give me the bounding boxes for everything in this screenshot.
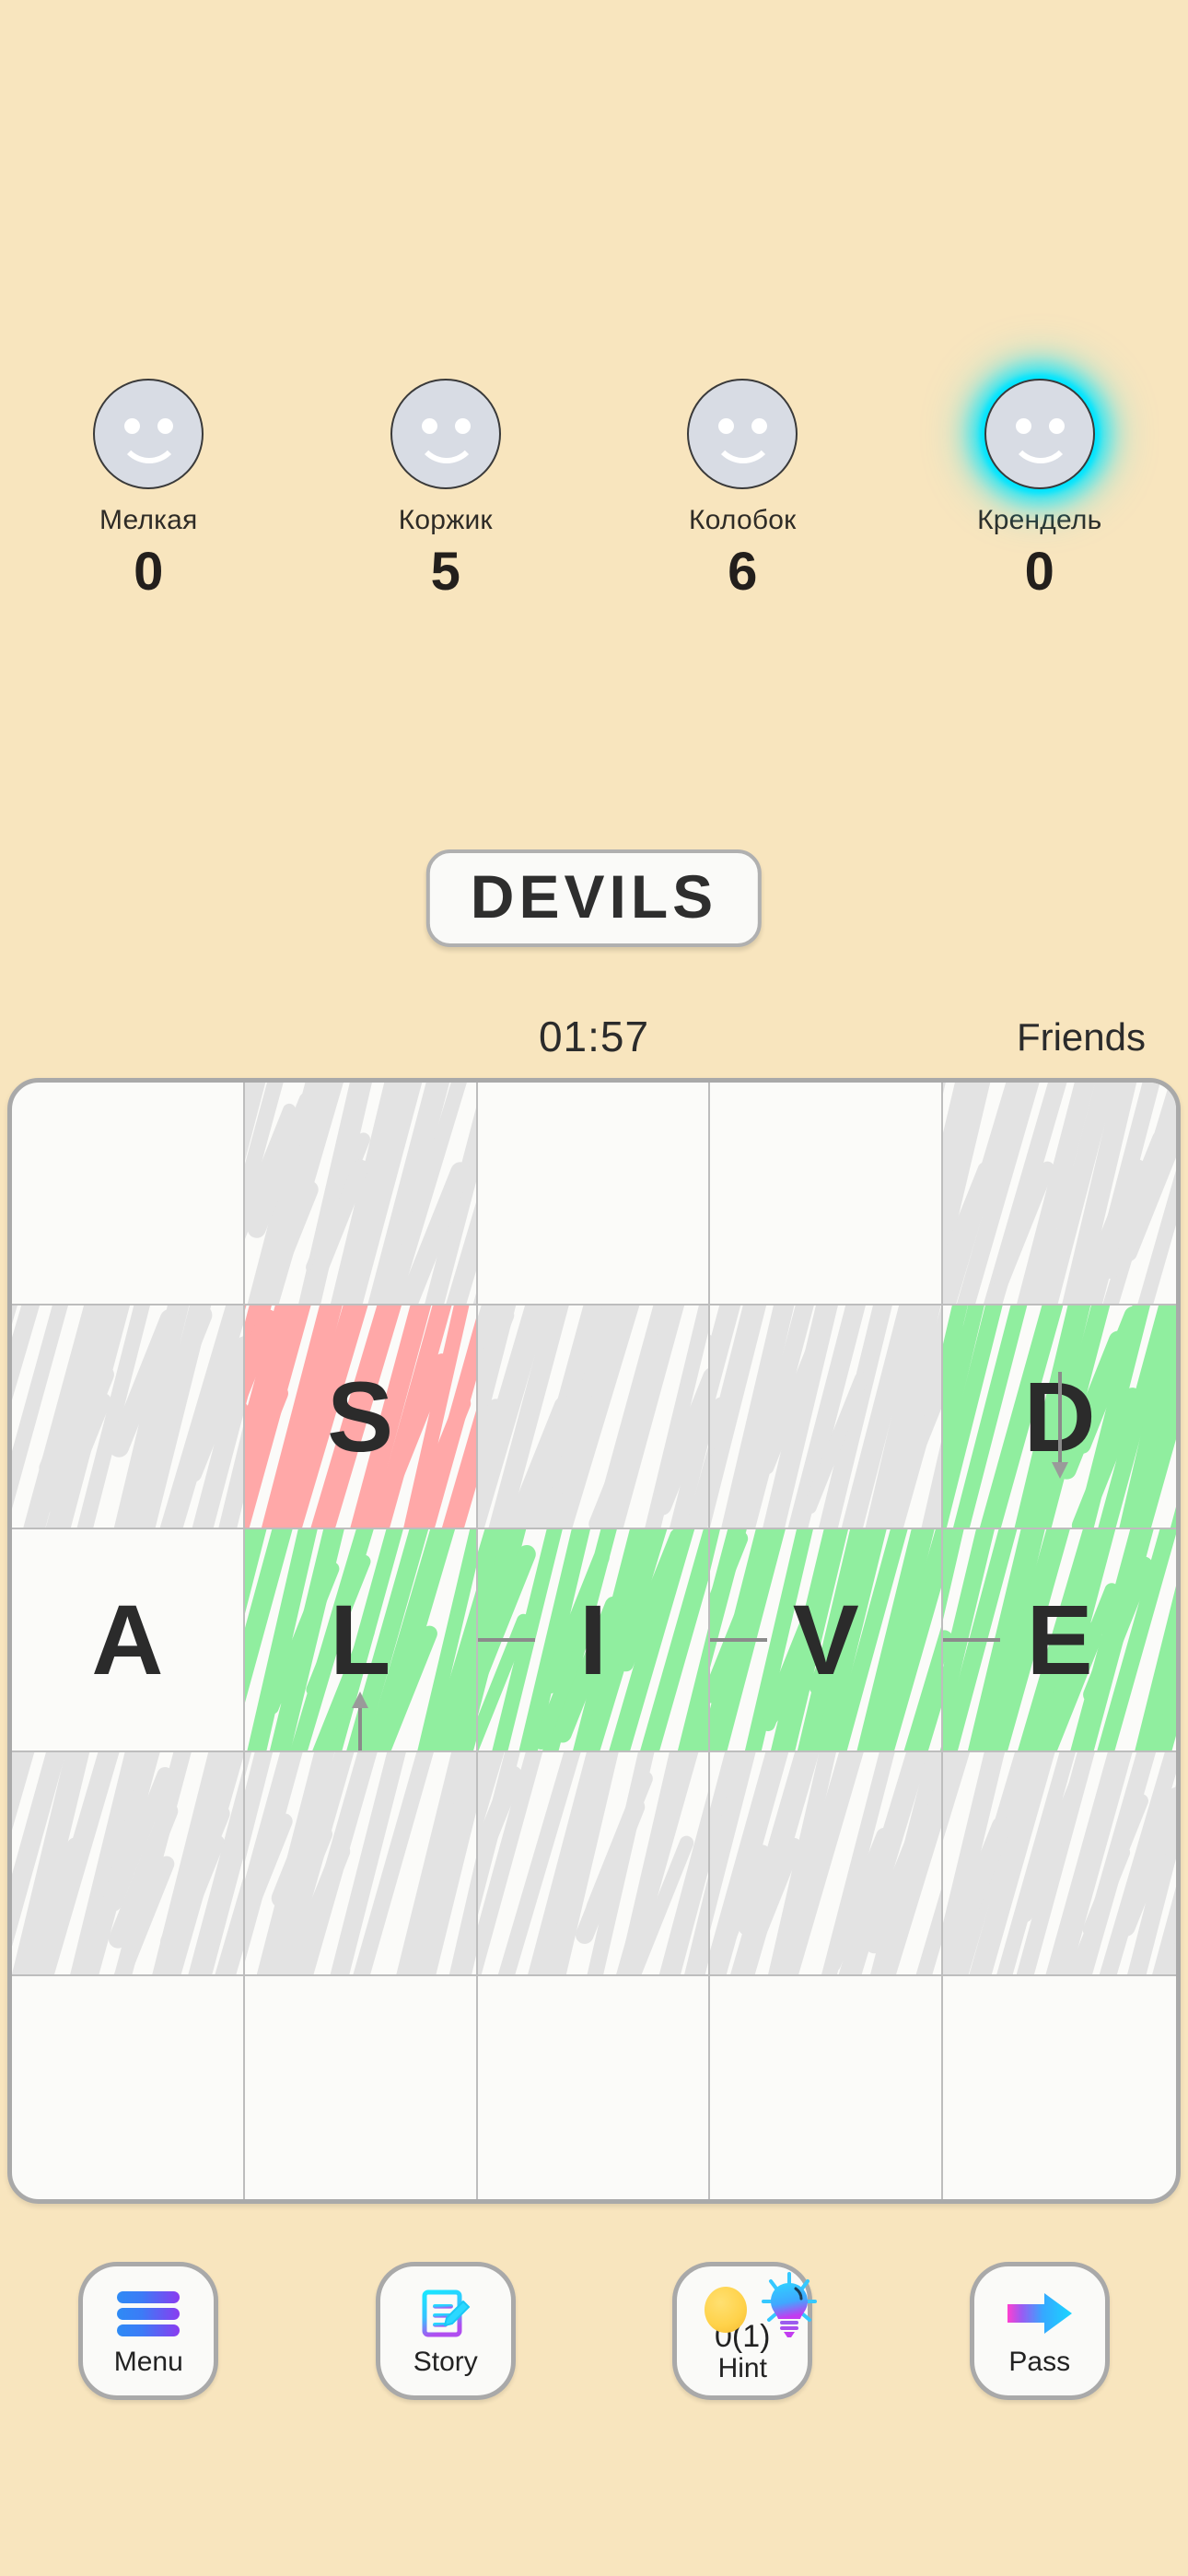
grid-cell-r4c3[interactable] bbox=[477, 1752, 711, 1976]
smile-mouth-icon bbox=[414, 425, 478, 463]
grid-cell-r1c5[interactable] bbox=[943, 1083, 1176, 1306]
player-score: 0 bbox=[1024, 542, 1054, 602]
story-slot: Story bbox=[297, 2262, 595, 2400]
countdown-timer: 01:57 bbox=[538, 1013, 650, 1060]
player-name: Коржик bbox=[398, 505, 493, 535]
grid-letter: L bbox=[330, 1583, 391, 1695]
grid-cell-r2c5[interactable]: D bbox=[943, 1306, 1176, 1529]
avatar[interactable] bbox=[93, 379, 204, 489]
document-pencil-icon bbox=[417, 2285, 474, 2342]
status-row: 01:57 Friends bbox=[0, 1012, 1188, 1067]
story-button-label: Story bbox=[413, 2347, 478, 2378]
avatar[interactable] bbox=[687, 379, 798, 489]
word-grid[interactable]: S D A L I V E bbox=[12, 1083, 1176, 2199]
grid-letter: E bbox=[1026, 1583, 1093, 1695]
player-slot-1[interactable]: Мелкая 0 bbox=[0, 378, 297, 599]
avatar-active[interactable] bbox=[984, 379, 1095, 489]
arrow-right-icon bbox=[1004, 2285, 1076, 2342]
players-strip: Мелкая 0 Коржик 5 Колобок 6 Крендель 0 bbox=[0, 378, 1188, 599]
grid-cell-r1c4[interactable] bbox=[710, 1083, 944, 1306]
player-name: Мелкая bbox=[99, 505, 198, 535]
menu-button[interactable]: Menu bbox=[78, 2262, 219, 2400]
player-name: Колобок bbox=[689, 505, 797, 535]
smile-mouth-icon bbox=[1008, 425, 1072, 463]
avatar-wrapper[interactable] bbox=[390, 378, 502, 490]
avatar-wrapper[interactable] bbox=[92, 378, 204, 490]
avatar-wrapper[interactable] bbox=[686, 378, 798, 490]
hint-slot: 0(1) Hint bbox=[594, 2262, 891, 2400]
player-slot-3[interactable]: Колобок 6 bbox=[594, 378, 891, 599]
grid-letter: V bbox=[792, 1583, 859, 1695]
pass-button-label: Pass bbox=[1008, 2347, 1071, 2378]
player-name: Крендель bbox=[977, 505, 1102, 535]
grid-cell-r4c2[interactable] bbox=[244, 1752, 478, 1976]
grid-cell-r4c4[interactable] bbox=[710, 1752, 944, 1976]
lightbulb-icon bbox=[762, 2272, 818, 2337]
player-score: 6 bbox=[728, 542, 758, 602]
menu-button-label: Menu bbox=[113, 2347, 183, 2378]
grid-letter: I bbox=[578, 1583, 607, 1695]
current-word-text: DEVILS bbox=[470, 862, 718, 931]
current-word-pill: DEVILS bbox=[425, 849, 763, 947]
grid-cell-r1c3[interactable] bbox=[477, 1083, 711, 1306]
menu-slot: Menu bbox=[0, 2262, 297, 2400]
grid-cell-r2c3[interactable] bbox=[477, 1306, 711, 1529]
grid-cell-r5c1[interactable] bbox=[12, 1975, 245, 2199]
hint-icon-group bbox=[677, 2272, 818, 2340]
smile-mouth-icon bbox=[712, 425, 775, 463]
grid-letter: A bbox=[91, 1583, 164, 1695]
grid-cell-r5c5[interactable] bbox=[943, 1976, 1176, 2199]
grid-cell-r2c1[interactable] bbox=[12, 1306, 245, 1529]
grid-cell-r1c1[interactable] bbox=[12, 1083, 245, 1306]
grid-cell-r3c5[interactable]: E bbox=[943, 1528, 1176, 1753]
grid-cell-r3c4[interactable]: V bbox=[710, 1528, 944, 1753]
hint-button[interactable]: 0(1) Hint bbox=[672, 2262, 818, 2400]
player-slot-2[interactable]: Коржик 5 bbox=[297, 378, 595, 599]
story-button[interactable]: Story bbox=[375, 2262, 516, 2400]
grid-cell-r3c1[interactable]: A bbox=[12, 1528, 245, 1753]
grid-cell-r1c2[interactable] bbox=[244, 1083, 478, 1306]
grid-cell-r3c3[interactable]: I bbox=[477, 1528, 711, 1753]
pass-slot: Pass bbox=[891, 2262, 1188, 2400]
pass-button[interactable]: Pass bbox=[969, 2262, 1110, 2400]
hamburger-menu-icon bbox=[117, 2285, 181, 2342]
player-slot-4[interactable]: Крендель 0 bbox=[891, 378, 1188, 599]
grid-cell-r5c4[interactable] bbox=[710, 1975, 944, 2199]
game-mode-label: Friends bbox=[1016, 1015, 1146, 1059]
bottom-button-bar: Menu Story 0(1) Hint Pass bbox=[0, 2262, 1188, 2400]
avatar-wrapper[interactable] bbox=[984, 378, 1096, 490]
player-score: 0 bbox=[134, 542, 164, 602]
grid-cell-r2c4[interactable] bbox=[710, 1306, 944, 1529]
grid-cell-r5c3[interactable] bbox=[478, 1975, 711, 2199]
grid-letter: S bbox=[327, 1360, 394, 1472]
grid-cell-r4c1[interactable] bbox=[12, 1752, 245, 1976]
smile-mouth-icon bbox=[118, 425, 181, 463]
grid-cell-r4c5[interactable] bbox=[943, 1752, 1176, 1976]
grid-cell-r2c2[interactable]: S bbox=[244, 1306, 478, 1529]
grid-cell-r5c2[interactable] bbox=[245, 1975, 478, 2199]
grid-letter: D bbox=[1023, 1360, 1096, 1472]
word-grid-frame: S D A L I V E bbox=[7, 1078, 1181, 2204]
grid-cell-r3c2[interactable]: L bbox=[244, 1528, 478, 1753]
hint-button-label: Hint bbox=[717, 2353, 767, 2384]
player-score: 5 bbox=[430, 542, 460, 602]
avatar[interactable] bbox=[390, 379, 501, 489]
coin-icon bbox=[705, 2287, 748, 2333]
